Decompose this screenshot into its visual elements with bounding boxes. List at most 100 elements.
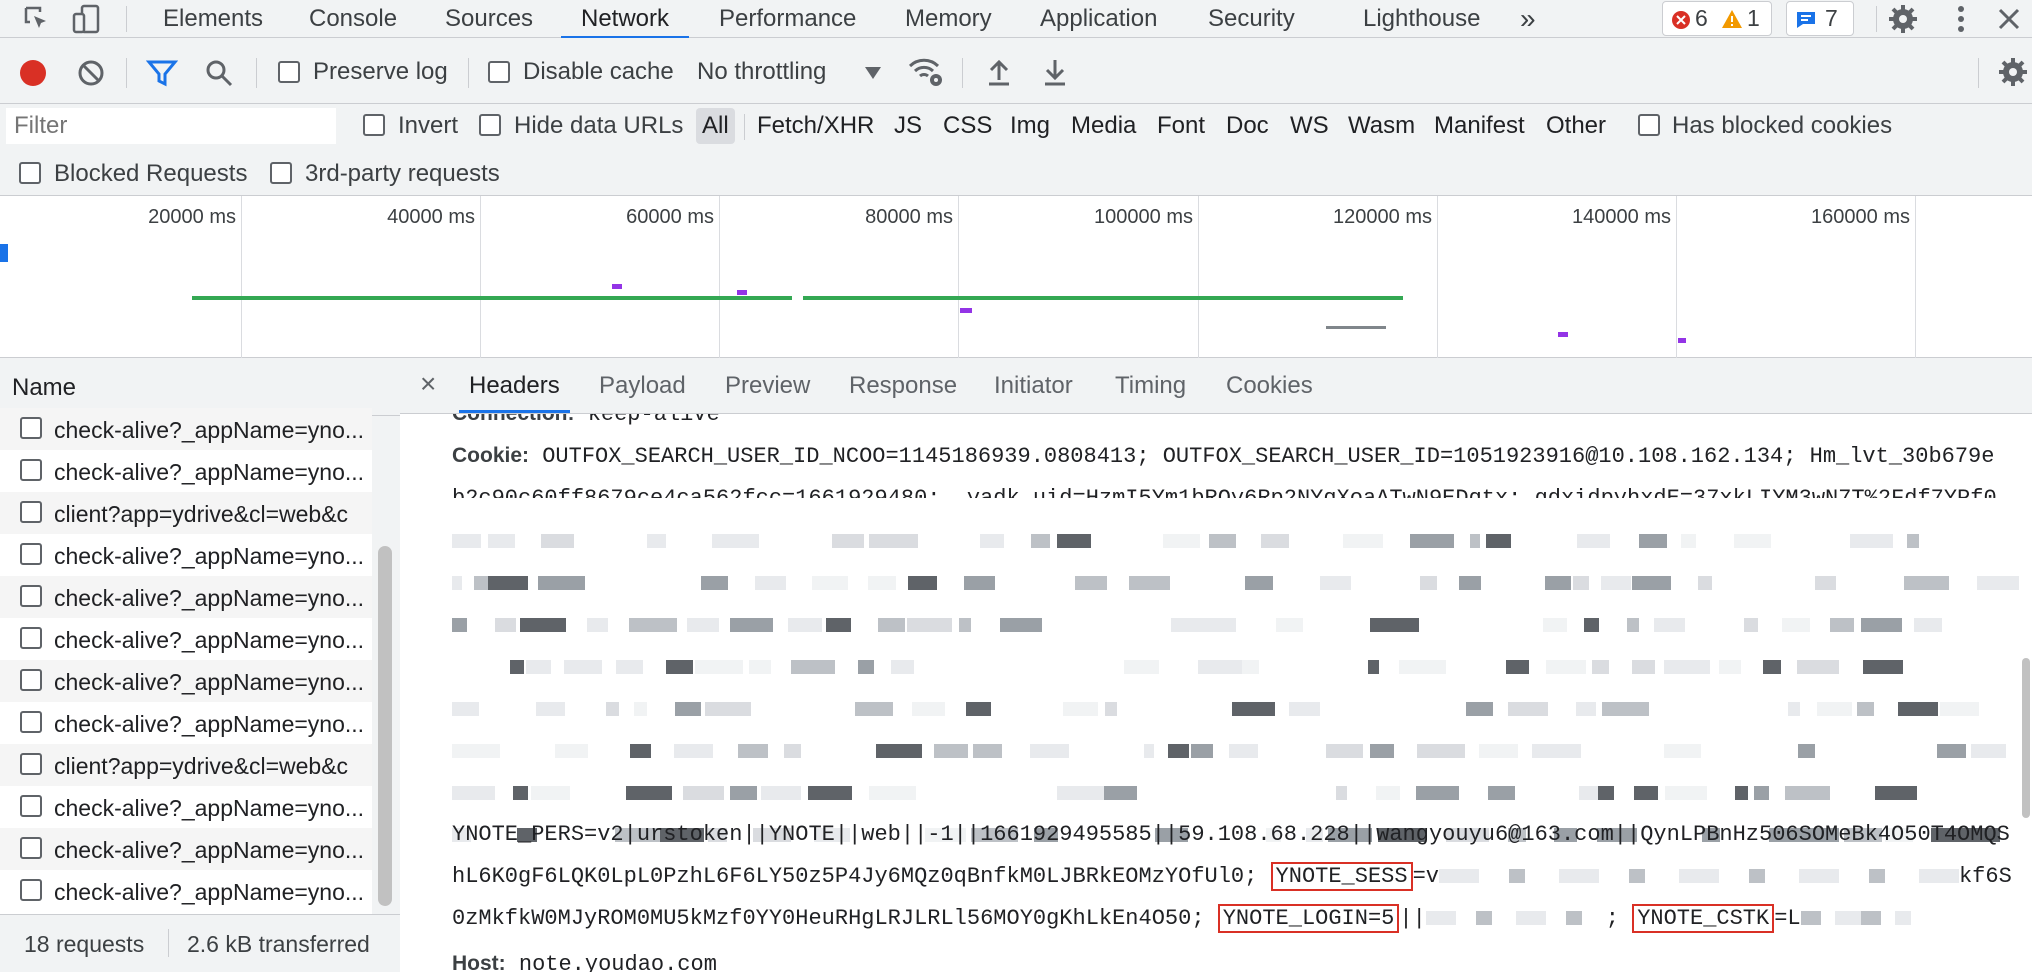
tab-timing[interactable]: Timing xyxy=(1115,372,1186,400)
clear-icon[interactable] xyxy=(76,58,106,88)
settings-gear-icon[interactable] xyxy=(1886,2,1920,36)
hide-data-urls-checkbox[interactable] xyxy=(479,114,501,136)
request-row[interactable]: check-alive?_appName=yno... xyxy=(0,534,372,576)
redaction-pixel xyxy=(1863,660,1903,674)
close-icon[interactable]: × xyxy=(420,368,436,400)
request-row[interactable]: client?app=ydrive&cl=web&c xyxy=(0,744,372,786)
row-checkbox[interactable] xyxy=(20,669,42,691)
redaction-pixel xyxy=(1782,618,1810,632)
timeline-gridline xyxy=(719,196,720,358)
filter-type-font[interactable]: Font xyxy=(1157,108,1205,144)
redaction-pixel xyxy=(513,786,528,800)
separator xyxy=(962,58,963,88)
tab-console[interactable]: Console xyxy=(309,0,397,38)
request-row[interactable]: check-alive?_appName=yno... xyxy=(0,618,372,660)
filter-type-other[interactable]: Other xyxy=(1546,108,1606,144)
filter-type-js[interactable]: JS xyxy=(894,108,922,144)
request-name: check-alive?_appName=yno... xyxy=(54,459,365,485)
row-checkbox[interactable] xyxy=(20,837,42,859)
disable-cache-checkbox[interactable] xyxy=(488,61,510,83)
tab-initiator[interactable]: Initiator xyxy=(994,372,1073,400)
row-checkbox[interactable] xyxy=(20,501,42,523)
chevron-down-icon[interactable] xyxy=(864,66,882,80)
list-scrollbar-thumb[interactable] xyxy=(378,546,392,906)
messages-badge[interactable]: 7 xyxy=(1786,1,1854,36)
cookie-fragment: =L xyxy=(1774,906,1801,931)
row-checkbox[interactable] xyxy=(20,585,42,607)
redaction-pixel xyxy=(541,534,574,548)
request-row[interactable]: check-alive?_appName=yno... xyxy=(0,660,372,702)
blocked-requests-checkbox[interactable] xyxy=(19,162,41,184)
filter-type-css[interactable]: CSS xyxy=(943,108,992,144)
issues-badge[interactable]: 6 1 xyxy=(1662,1,1772,36)
request-row[interactable]: client?app=ydrive&cl=web&c xyxy=(0,492,372,534)
has-blocked-cookies-checkbox[interactable] xyxy=(1638,114,1660,136)
invert-checkbox[interactable] xyxy=(363,114,385,136)
redaction-pixel xyxy=(616,660,643,674)
separator xyxy=(1978,58,1979,88)
more-options-icon[interactable] xyxy=(1944,2,1978,36)
request-row[interactable]: check-alive?_appName=yno... xyxy=(0,576,372,618)
record-icon[interactable] xyxy=(18,58,48,88)
filter-icon[interactable] xyxy=(146,58,178,88)
redaction-pixel xyxy=(869,534,918,548)
tab-network[interactable]: Network xyxy=(560,0,690,39)
export-har-icon[interactable] xyxy=(1040,56,1070,88)
row-checkbox[interactable] xyxy=(20,879,42,901)
tab-sources[interactable]: Sources xyxy=(445,0,533,38)
redaction-pixel xyxy=(832,534,864,548)
request-row[interactable]: check-alive?_appName=yno... xyxy=(0,786,372,828)
tab-application[interactable]: Application xyxy=(1040,0,1157,38)
filter-type-media[interactable]: Media xyxy=(1071,108,1136,144)
row-checkbox[interactable] xyxy=(20,753,42,775)
import-har-icon[interactable] xyxy=(984,56,1014,88)
more-tabs-icon[interactable]: » xyxy=(1520,0,1536,38)
redacted-segment xyxy=(1438,869,1959,884)
tab-lighthouse[interactable]: Lighthouse xyxy=(1363,0,1480,38)
tab-security[interactable]: Security xyxy=(1208,0,1295,38)
redaction-pixel xyxy=(730,618,773,632)
filter-type-wasm[interactable]: Wasm xyxy=(1348,108,1415,144)
network-overview-timeline[interactable]: 20000 ms 40000 ms 60000 ms 80000 ms 1000… xyxy=(0,196,2032,358)
tab-memory[interactable]: Memory xyxy=(905,0,992,38)
filter-input[interactable] xyxy=(6,108,336,144)
filter-type-fetch-xhr[interactable]: Fetch/XHR xyxy=(757,108,874,144)
message-count: 7 xyxy=(1825,5,1838,31)
redaction-pixel xyxy=(1466,702,1493,716)
request-row[interactable]: check-alive?_appName=yno... xyxy=(0,828,372,870)
row-checkbox[interactable] xyxy=(20,459,42,481)
tab-preview[interactable]: Preview xyxy=(725,372,810,400)
redaction-pixel xyxy=(1937,744,1966,758)
filter-type-ws[interactable]: WS xyxy=(1290,108,1329,144)
tab-response[interactable]: Response xyxy=(849,372,957,400)
network-conditions-icon[interactable] xyxy=(906,54,946,90)
search-icon[interactable] xyxy=(204,58,234,88)
tab-payload[interactable]: Payload xyxy=(599,372,686,400)
tab-performance[interactable]: Performance xyxy=(719,0,856,38)
request-row[interactable]: check-alive?_appName=yno... xyxy=(0,450,372,492)
tab-elements[interactable]: Elements xyxy=(163,0,263,38)
network-settings-gear-icon[interactable] xyxy=(1996,55,2030,89)
row-checkbox[interactable] xyxy=(20,627,42,649)
device-toolbar-icon[interactable] xyxy=(70,2,104,36)
request-row[interactable]: check-alive?_appName=yno... xyxy=(0,702,372,744)
row-checkbox[interactable] xyxy=(20,711,42,733)
tab-cookies[interactable]: Cookies xyxy=(1226,372,1313,400)
row-checkbox[interactable] xyxy=(20,417,42,439)
details-scrollbar-thumb[interactable] xyxy=(2022,658,2030,818)
row-checkbox[interactable] xyxy=(20,543,42,565)
filter-type-manifest[interactable]: Manifest xyxy=(1434,108,1525,144)
close-devtools-icon[interactable] xyxy=(1992,2,2026,36)
inspect-element-icon[interactable] xyxy=(20,2,54,36)
request-row[interactable]: check-alive?_appName=yno... xyxy=(0,870,372,912)
throttling-select[interactable]: No throttling xyxy=(697,58,826,86)
tab-headers[interactable]: Headers xyxy=(459,372,570,413)
third-party-requests-checkbox[interactable] xyxy=(270,162,292,184)
preserve-log-checkbox[interactable] xyxy=(278,61,300,83)
filter-bar: Invert Hide data URLs All Fetch/XHR JS C… xyxy=(0,104,2032,196)
row-checkbox[interactable] xyxy=(20,795,42,817)
filter-type-all[interactable]: All xyxy=(696,108,735,144)
filter-type-img[interactable]: Img xyxy=(1010,108,1050,144)
filter-type-doc[interactable]: Doc xyxy=(1226,108,1269,144)
request-row[interactable]: check-alive?_appName=yno... xyxy=(0,408,372,450)
